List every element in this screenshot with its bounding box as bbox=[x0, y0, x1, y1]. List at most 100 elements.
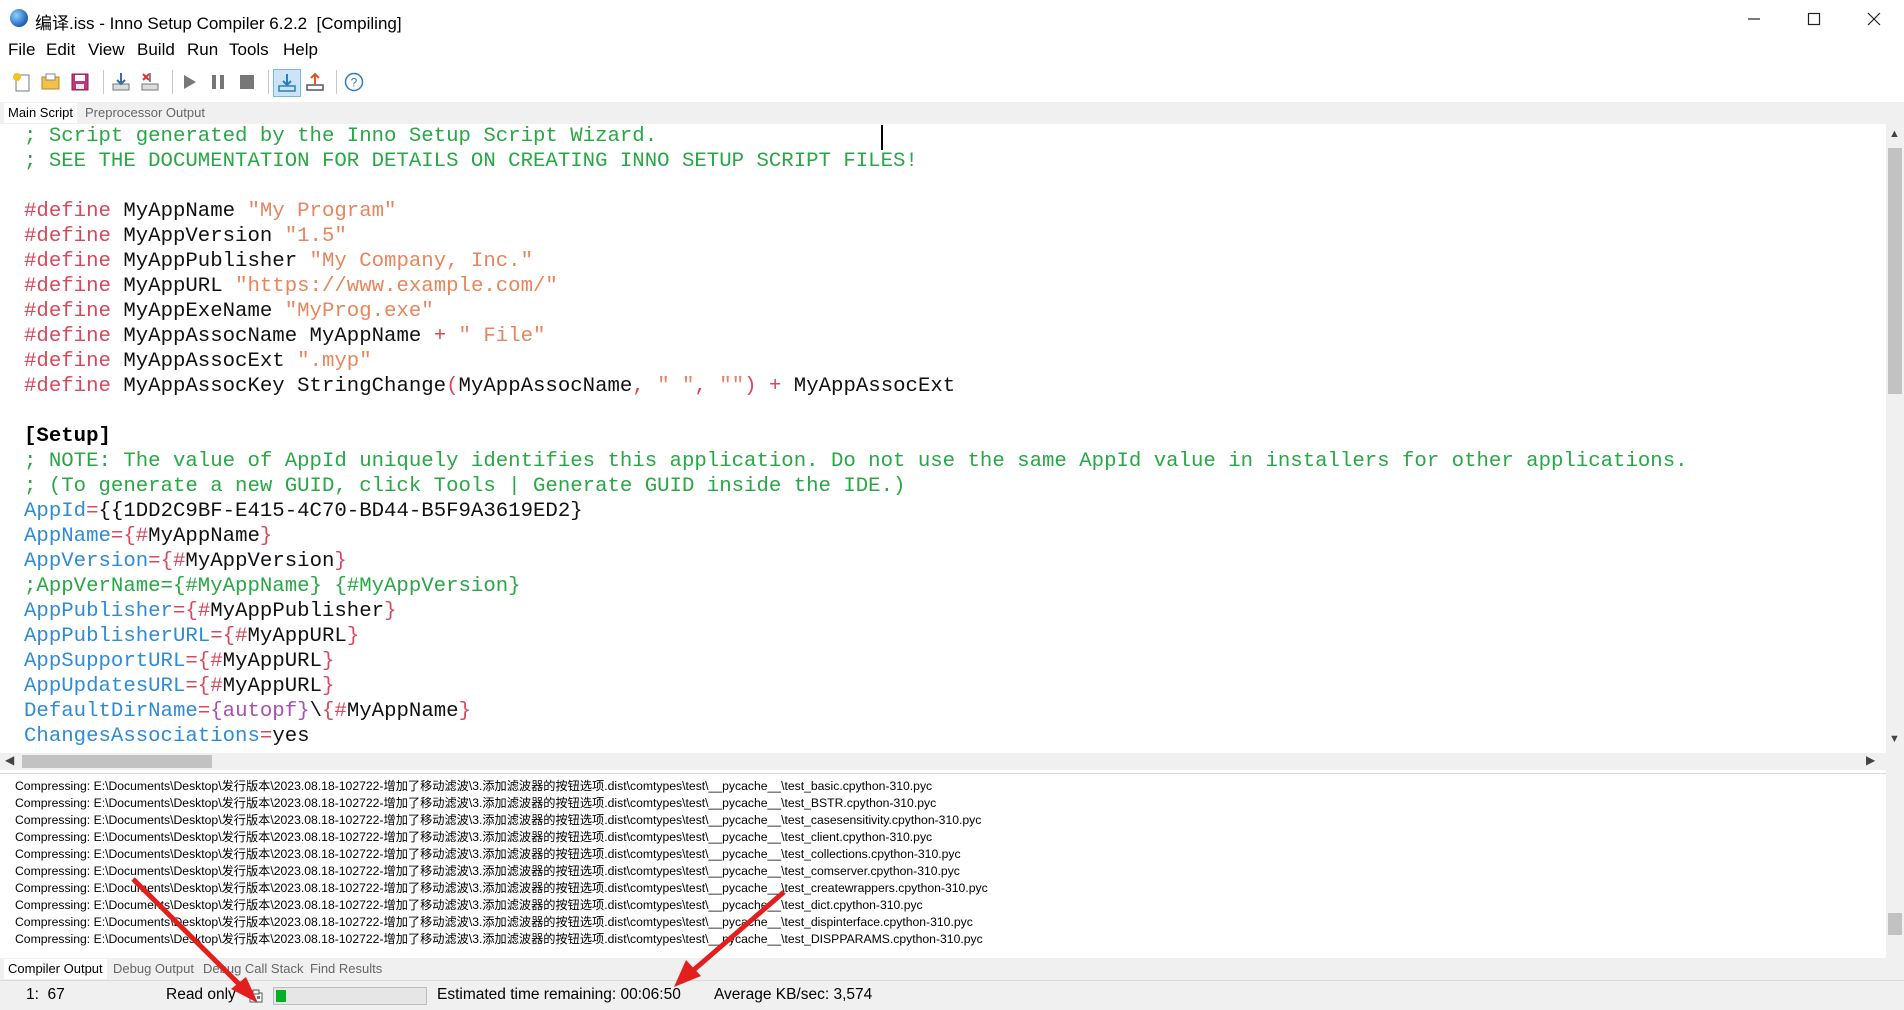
help-button[interactable]: ? bbox=[341, 69, 367, 95]
pause-button[interactable] bbox=[205, 69, 231, 95]
code-line: ;AppVerName={#MyAppName} {#MyAppVersion} bbox=[24, 574, 521, 599]
code-line: AppVersion={#MyAppVersion} bbox=[24, 549, 347, 574]
code-token: # bbox=[235, 625, 248, 648]
compile-progress-bar bbox=[273, 987, 427, 1005]
code-line: AppPublisher={#MyAppPublisher} bbox=[24, 599, 396, 624]
menu-help[interactable]: Help bbox=[283, 40, 318, 60]
text-cursor bbox=[881, 125, 883, 150]
compiling-icon bbox=[249, 989, 263, 1008]
menu-view[interactable]: View bbox=[88, 40, 125, 60]
code-token: = bbox=[197, 700, 211, 723]
code-token: {{1DD2C9BF-E415-4C70-BD44-B5F9A3619ED2} bbox=[98, 500, 583, 523]
code-token: MyAppURL bbox=[222, 675, 322, 698]
compiler-output-pane[interactable]: Compressing: E:\Documents\Desktop\发行版本\2… bbox=[0, 773, 1886, 959]
code-token: " File" bbox=[458, 325, 546, 348]
maximize-button[interactable] bbox=[1784, 0, 1844, 38]
code-token: } bbox=[259, 525, 273, 548]
compile-button[interactable] bbox=[108, 69, 134, 95]
code-token: #define bbox=[24, 325, 111, 348]
output-line: Compressing: E:\Documents\Desktop\发行版本\2… bbox=[15, 779, 933, 793]
target-download-icon bbox=[278, 74, 296, 92]
scroll-right-icon[interactable]: ▶ bbox=[1866, 753, 1875, 767]
output-line: Compressing: E:\Documents\Desktop\发行版本\2… bbox=[15, 813, 982, 827]
target-download-button[interactable] bbox=[273, 69, 301, 97]
code-token: AppPublisherURL bbox=[24, 625, 211, 648]
code-token: #define bbox=[24, 250, 111, 273]
code-line: #define MyAppExeName "MyProg.exe" bbox=[24, 299, 434, 324]
stop-compile-icon bbox=[141, 73, 159, 91]
scroll-down-icon[interactable]: ▼ bbox=[1889, 733, 1900, 745]
run-button[interactable] bbox=[176, 69, 202, 95]
code-token: ChangesAssociations bbox=[24, 725, 260, 748]
menu-file[interactable]: File bbox=[8, 40, 35, 60]
code-token: " " bbox=[657, 375, 695, 398]
code-token: "1.5" bbox=[284, 225, 347, 248]
code-token: } bbox=[346, 625, 360, 648]
menu-build[interactable]: Build bbox=[137, 40, 175, 60]
close-button[interactable] bbox=[1844, 0, 1904, 38]
save-icon bbox=[71, 73, 89, 91]
editor-horizontal-scrollbar[interactable] bbox=[0, 753, 1886, 770]
code-token: ".myp" bbox=[297, 350, 372, 373]
code-token: ={ bbox=[185, 675, 211, 698]
code-token: "https://www.example.com/" bbox=[235, 275, 558, 298]
code-token: # bbox=[135, 525, 149, 548]
minimize-button[interactable] bbox=[1724, 0, 1784, 38]
target-upload-button[interactable] bbox=[302, 69, 328, 95]
code-token: MyAppURL bbox=[110, 275, 236, 298]
code-line: #define MyAppAssocName MyAppName + " Fil… bbox=[24, 324, 545, 349]
code-token: + bbox=[433, 325, 447, 348]
output-line: Compressing: E:\Documents\Desktop\发行版本\2… bbox=[15, 864, 960, 878]
tab-main-script[interactable]: Main Script bbox=[4, 103, 78, 123]
code-token: #define bbox=[24, 275, 111, 298]
menu-run[interactable]: Run bbox=[187, 40, 218, 60]
toolbar-separator bbox=[103, 70, 104, 94]
stop-button[interactable] bbox=[234, 69, 260, 95]
code-token: MyAppAssocExt bbox=[110, 350, 298, 373]
output-line: Compressing: E:\Documents\Desktop\发行版本\2… bbox=[15, 932, 983, 946]
code-line: #define MyAppName "My Program" bbox=[24, 199, 396, 224]
code-token: ; SEE THE DOCUMENTATION FOR DETAILS ON C… bbox=[24, 150, 918, 173]
stop-compile-button[interactable] bbox=[137, 69, 163, 95]
editor-horizontal-scroll-thumb[interactable] bbox=[22, 755, 212, 768]
tab-compiler-output[interactable]: Compiler Output bbox=[4, 959, 107, 979]
scroll-up-icon[interactable]: ▲ bbox=[1889, 128, 1900, 140]
new-button[interactable] bbox=[9, 69, 35, 95]
code-token: MyAppURL bbox=[222, 650, 322, 673]
code-token: # bbox=[210, 650, 223, 673]
code-token: } bbox=[334, 550, 347, 573]
code-token: # bbox=[334, 700, 347, 723]
cursor-position: 1: 67 bbox=[26, 986, 65, 1003]
output-scroll-thumb[interactable] bbox=[1888, 913, 1902, 935]
tab-preprocessor-output[interactable]: Preprocessor Output bbox=[81, 103, 209, 123]
code-token: ={ bbox=[148, 550, 173, 573]
code-token: AppVersion bbox=[24, 550, 149, 573]
open-button[interactable] bbox=[37, 69, 63, 95]
help-icon: ? bbox=[344, 72, 364, 92]
script-editor[interactable]: ; Script generated by the Inno Setup Scr… bbox=[0, 124, 1886, 749]
code-line: ; Script generated by the Inno Setup Scr… bbox=[24, 124, 657, 149]
code-line: #define MyAppAssocExt ".myp" bbox=[24, 349, 372, 374]
tab-find-results[interactable]: Find Results bbox=[306, 959, 386, 979]
code-line: DefaultDirName={autopf}\{#MyAppName} bbox=[24, 699, 471, 724]
scroll-left-icon[interactable]: ◀ bbox=[5, 753, 14, 767]
menu-tools[interactable]: Tools bbox=[229, 40, 269, 60]
menu-edit[interactable]: Edit bbox=[46, 40, 75, 60]
run-icon bbox=[184, 75, 196, 89]
toolbar-separator bbox=[268, 70, 269, 94]
code-token: #define bbox=[24, 200, 111, 223]
code-token: MyAppName bbox=[346, 700, 459, 723]
output-line: Compressing: E:\Documents\Desktop\发行版本\2… bbox=[15, 847, 961, 861]
svg-text:?: ? bbox=[351, 76, 358, 90]
tab-debug-output[interactable]: Debug Output bbox=[109, 959, 198, 979]
code-token: #define bbox=[24, 225, 111, 248]
code-line: AppId={{1DD2C9BF-E415-4C70-BD44-B5F9A361… bbox=[24, 499, 583, 524]
save-button[interactable] bbox=[67, 69, 93, 95]
tab-debug-call-stack[interactable]: Debug Call Stack bbox=[199, 959, 307, 979]
code-token: yes bbox=[272, 725, 310, 748]
editor-vertical-scroll-thumb[interactable] bbox=[1888, 148, 1902, 394]
code-token: } bbox=[321, 675, 335, 698]
code-token: #define bbox=[24, 300, 111, 323]
code-token: MyAppName bbox=[148, 525, 260, 548]
